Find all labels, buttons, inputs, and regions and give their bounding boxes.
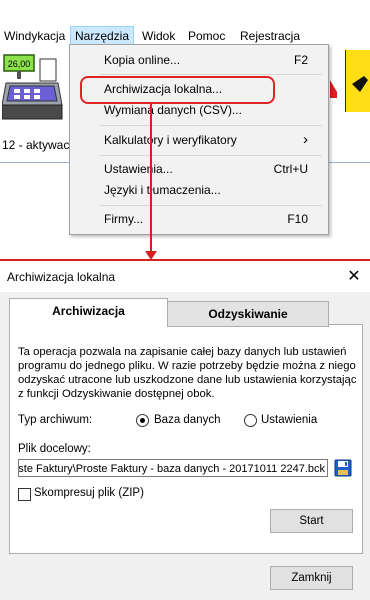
menu-bar: Windykacja Narzędzia Widok Pomoc Rejestr… bbox=[0, 25, 370, 46]
tab-archiwizacja[interactable]: Archiwizacja bbox=[9, 298, 168, 325]
target-file-value: oste Faktury\Proste Faktury - baza danyc… bbox=[18, 463, 325, 475]
menu-pomoc[interactable]: Pomoc bbox=[184, 27, 229, 45]
toolbar-status-label: 12 - aktywacj bbox=[2, 138, 73, 152]
target-file-label: Plik docelowy: bbox=[18, 443, 91, 455]
start-button[interactable]: Start bbox=[270, 509, 353, 533]
menu-rejestracja[interactable]: Rejestracja bbox=[236, 27, 304, 45]
annotation-arrow-line bbox=[150, 102, 152, 254]
submenu-arrow-icon: › bbox=[303, 131, 308, 148]
radio-ustawienia-label[interactable]: Ustawienia bbox=[261, 414, 317, 426]
menu-separator bbox=[100, 205, 322, 206]
menu-item-firmy[interactable]: Firmy... F10 bbox=[70, 208, 328, 230]
archive-type-label: Typ archiwum: bbox=[18, 414, 93, 426]
description-text: Ta operacja pozwala na zapisanie całej b… bbox=[18, 346, 357, 400]
menu-item-kalkulatory[interactable]: Kalkulatory i weryfikatory › bbox=[70, 129, 328, 151]
radio-ustawienia[interactable] bbox=[244, 414, 257, 427]
dialog-title: Archiwizacja lokalna bbox=[7, 270, 116, 284]
narzedzia-dropdown-menu: Kopia online... F2 Archiwizacja lokalna.… bbox=[69, 44, 329, 235]
cash-register-icon[interactable]: 26,00 bbox=[2, 53, 64, 125]
radio-baza-danych[interactable] bbox=[136, 414, 149, 427]
menu-item-jezyki[interactable]: Języki i tłumaczenia... bbox=[70, 179, 328, 201]
menu-separator bbox=[100, 125, 322, 126]
menu-separator bbox=[100, 74, 322, 75]
close-icon[interactable]: ✕ bbox=[344, 267, 364, 287]
close-button[interactable]: Zamknij bbox=[270, 566, 353, 590]
tab-odzyskiwanie[interactable]: Odzyskiwanie bbox=[167, 301, 329, 327]
zip-checkbox[interactable] bbox=[18, 488, 31, 501]
menu-item-kopia-online[interactable]: Kopia online... F2 bbox=[70, 49, 328, 71]
target-file-input[interactable]: oste Faktury\Proste Faktury - baza danyc… bbox=[18, 459, 328, 477]
annotation-divider bbox=[0, 259, 370, 261]
menu-narzedzia[interactable]: Narzędzia bbox=[70, 26, 135, 46]
radio-selected-dot bbox=[140, 418, 145, 423]
toolbar-tool-yellow[interactable] bbox=[345, 50, 370, 112]
menu-item-ustawienia[interactable]: Ustawienia... Ctrl+U bbox=[70, 158, 328, 180]
menu-separator bbox=[100, 155, 322, 156]
menu-windykacja[interactable]: Windykacja bbox=[0, 27, 69, 45]
radio-baza-danych-label[interactable]: Baza danych bbox=[154, 414, 221, 426]
save-icon[interactable] bbox=[334, 459, 352, 477]
zip-checkbox-label[interactable]: Skompresuj plik (ZIP) bbox=[34, 487, 144, 499]
menu-widok[interactable]: Widok bbox=[138, 27, 179, 45]
highlight-annotation bbox=[80, 76, 275, 104]
register-display: 26,00 bbox=[8, 59, 31, 69]
